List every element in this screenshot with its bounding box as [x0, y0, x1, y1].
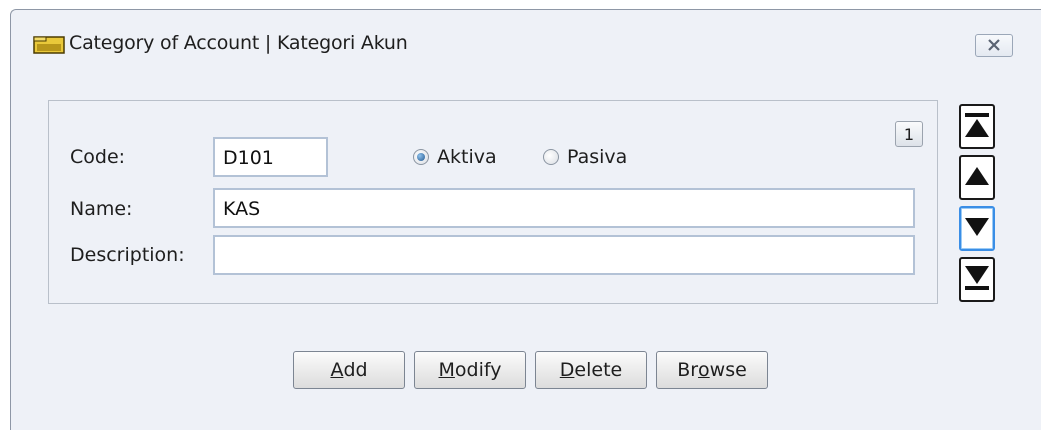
browse-label-pre: Br — [677, 359, 699, 381]
delete-accelerator: D — [559, 359, 575, 381]
window-title: Category of Account | Kategori Akun — [69, 32, 408, 54]
radio-aktiva-indicator — [413, 149, 429, 165]
close-icon — [987, 36, 1001, 55]
add-label-rest: dd — [343, 359, 368, 381]
close-button[interactable] — [975, 34, 1013, 57]
browse-button[interactable]: Br o wse — [656, 351, 768, 389]
last-record-button[interactable] — [959, 257, 995, 302]
code-label: Code: — [70, 146, 126, 168]
account-detail-group: Code: D101 Aktiva Pasiva 1 Name: KAS Des… — [48, 100, 938, 304]
radio-pasiva-indicator — [543, 149, 559, 165]
previous-record-icon — [963, 163, 991, 193]
first-record-button[interactable] — [959, 104, 995, 149]
folder-icon — [33, 36, 65, 54]
radio-aktiva-label: Aktiva — [437, 146, 497, 168]
radio-pasiva-label: Pasiva — [567, 146, 628, 168]
title-bar[interactable]: Category of Account | Kategori Akun — [11, 10, 1041, 74]
add-button[interactable]: Add — [293, 351, 405, 389]
delete-button[interactable]: Delete — [535, 351, 647, 389]
modify-label-rest: odify — [454, 359, 502, 381]
description-label: Description: — [70, 244, 185, 266]
code-field[interactable]: D101 — [213, 137, 328, 177]
next-record-icon — [963, 214, 991, 244]
modify-button[interactable]: Modify — [414, 351, 526, 389]
browse-accelerator: o — [698, 359, 710, 381]
browse-label-rest: wse — [709, 359, 747, 381]
previous-record-button[interactable] — [959, 155, 995, 200]
record-number-badge: 1 — [895, 121, 923, 147]
add-accelerator: A — [330, 359, 344, 381]
next-record-button[interactable] — [959, 206, 995, 251]
last-record-icon — [963, 263, 991, 297]
category-of-account-window: Category of Account | Kategori Akun Code… — [10, 9, 1041, 430]
description-field[interactable] — [213, 235, 915, 275]
modify-accelerator: M — [438, 359, 455, 381]
name-label: Name: — [70, 198, 133, 220]
first-record-icon — [963, 110, 991, 144]
delete-label-rest: elete — [574, 359, 623, 381]
radio-pasiva[interactable]: Pasiva — [543, 146, 627, 168]
radio-aktiva[interactable]: Aktiva — [413, 146, 497, 168]
name-field[interactable]: KAS — [213, 188, 915, 228]
